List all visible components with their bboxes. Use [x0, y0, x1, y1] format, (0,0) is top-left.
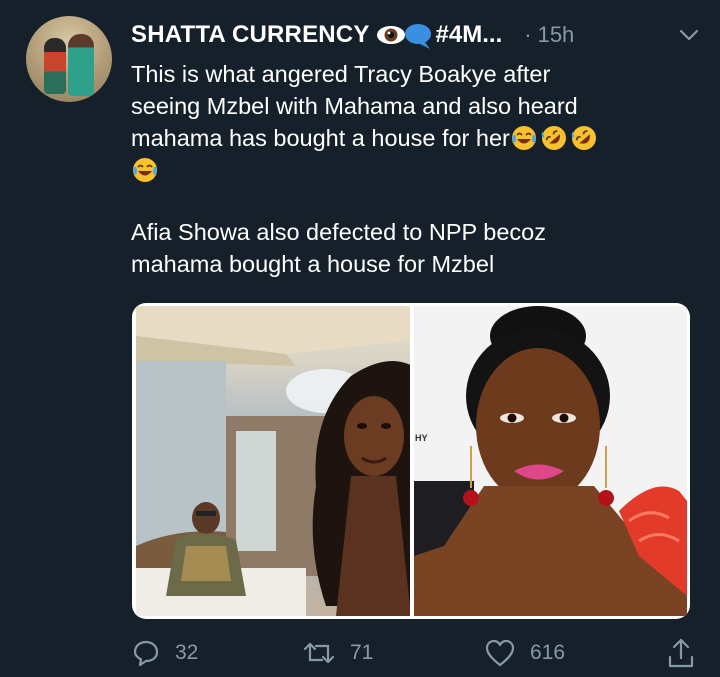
- reply-button[interactable]: 32: [131, 636, 198, 670]
- tweet-text-line: [131, 154, 696, 186]
- tweet-header: SHATTA CURRENCY #4M... · 15h: [131, 17, 701, 53]
- rolling-laughing-emoji-icon: [570, 124, 598, 152]
- reply-count: 32: [175, 641, 199, 664]
- tweet[interactable]: SHATTA CURRENCY #4M... · 15h This is wha…: [0, 0, 720, 677]
- separator: ·: [524, 22, 532, 47]
- tweet-text-line: This is what angered Tracy Boakye after: [131, 61, 551, 87]
- tweet-text-line: seeing Mzbel with Mahama and also heard: [131, 93, 578, 119]
- tweet-text: This is what angered Tracy Boakye after …: [131, 58, 696, 280]
- avatar[interactable]: [26, 16, 112, 102]
- avatar-figure-1: [44, 38, 66, 94]
- media-divider: [410, 303, 414, 619]
- tweet-text-line: mahama bought a house for Mzbel: [131, 251, 495, 277]
- retweet-icon: [303, 642, 335, 664]
- speech-bubble-emoji-icon: [404, 22, 431, 49]
- tweet-text-line: mahama has bought a house for her: [131, 122, 696, 154]
- eye-emoji-icon: [376, 22, 405, 48]
- share-icon: [668, 638, 694, 668]
- retweet-count: 71: [350, 641, 374, 664]
- tweet-actions: 32 71 616: [131, 636, 696, 670]
- like-button[interactable]: 616: [484, 636, 565, 670]
- watermark: HY: [415, 433, 428, 443]
- retweet-button[interactable]: 71: [302, 636, 373, 670]
- tweet-text-segment: mahama has bought a house for her: [131, 125, 510, 151]
- heart-icon: [485, 639, 515, 667]
- tweet-text-line: Afia Showa also defected to NPP becoz: [131, 219, 546, 245]
- reply-icon: [133, 640, 159, 667]
- chevron-down-icon[interactable]: [677, 23, 701, 47]
- like-count: 616: [530, 641, 566, 664]
- tears-of-joy-emoji-icon: [131, 156, 159, 184]
- share-button[interactable]: [667, 636, 709, 670]
- photo-right[interactable]: [414, 306, 687, 616]
- tweet-media[interactable]: HY: [132, 303, 690, 619]
- timestamp[interactable]: 15h: [538, 22, 575, 48]
- display-name[interactable]: SHATTA CURRENCY: [131, 21, 370, 49]
- tears-of-joy-emoji-icon: [510, 124, 538, 152]
- avatar-figure-2: [68, 34, 94, 96]
- hashtag[interactable]: #4M...: [436, 21, 503, 49]
- rolling-laughing-emoji-icon: [540, 124, 568, 152]
